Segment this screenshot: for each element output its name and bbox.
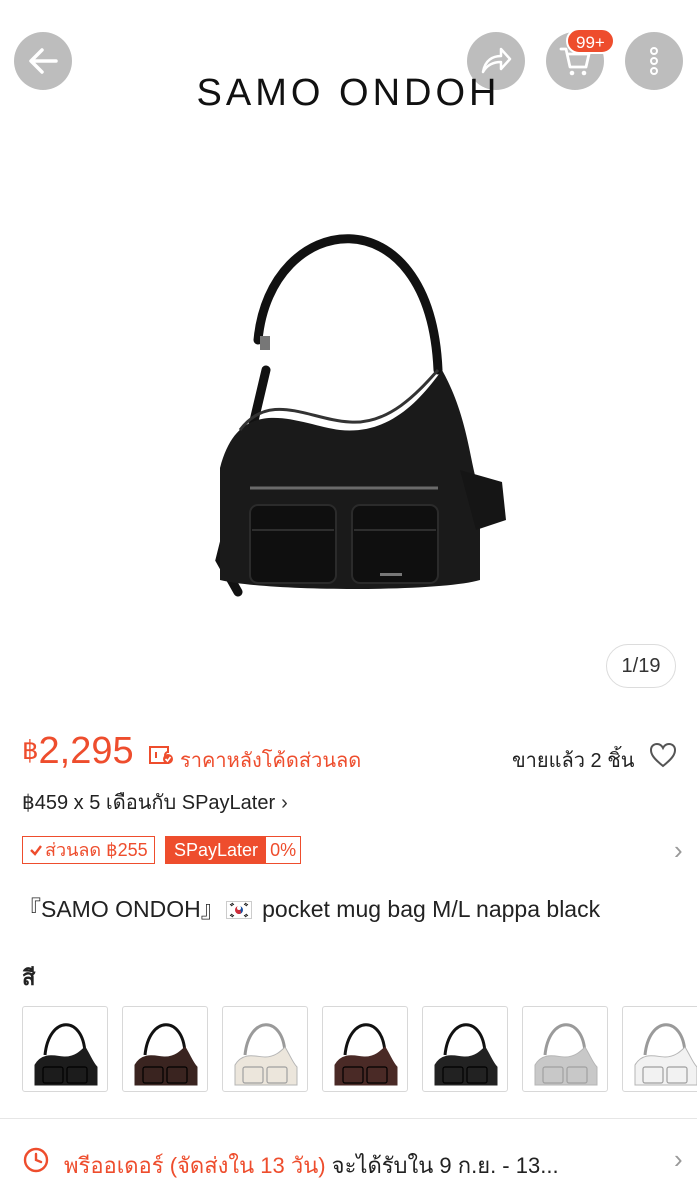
product-page: SAMO ONDOH 1/19 99+ ฿2,295 ราคาหลังโค้ดส… — [0, 0, 697, 1200]
variant-bag-thumbnail — [434, 1023, 498, 1086]
more-vertical-icon — [650, 47, 658, 75]
variant-swatch[interactable] — [522, 1006, 608, 1092]
price-row: ฿2,295 ราคาหลังโค้ดส่วนลด ขายแล้ว 2 ชิ้น — [22, 730, 682, 780]
clock-icon — [23, 1147, 49, 1173]
divider — [0, 1118, 697, 1119]
variant-bag-thumbnail — [634, 1023, 697, 1086]
coupon-price-label: ราคาหลังโค้ดส่วนลด — [180, 750, 362, 772]
image-counter: 1/19 — [606, 644, 676, 688]
product-title-name: pocket mug bag M/L nappa black — [255, 896, 601, 922]
chevron-right-icon: › — [674, 835, 683, 865]
variant-swatch[interactable] — [222, 1006, 308, 1092]
cart-button[interactable]: 99+ — [546, 28, 615, 90]
variant-swatch[interactable] — [622, 1006, 697, 1092]
sold-count: ขายแล้ว 2 ชิ้น — [512, 750, 635, 772]
spaylater-tag: SPayLater 0% — [165, 836, 302, 864]
variant-swatch[interactable] — [422, 1006, 508, 1092]
spaylater-tag-name: SPayLater — [166, 837, 267, 863]
spaylater-tag-rate: 0% — [270, 840, 297, 860]
coupon-icon — [149, 746, 173, 764]
variant-bag-thumbnail — [134, 1023, 198, 1086]
shipping-text: พรีออเดอร์ (จัดส่งใน 13 วัน) จะได้รับใน … — [64, 1148, 559, 1183]
product-photo — [215, 234, 506, 597]
more-options-button[interactable] — [625, 32, 683, 90]
chevron-right-icon: › — [674, 1144, 683, 1174]
variant-bag-thumbnail — [234, 1023, 298, 1086]
back-button[interactable] — [14, 32, 72, 90]
price-currency: ฿ — [22, 735, 39, 765]
shipping-row[interactable]: พรีออเดอร์ (จัดส่งใน 13 วัน) จะได้รับใน … — [22, 1140, 683, 1183]
promo-tags-row[interactable]: ส่วนลด ฿255 SPayLater 0% › — [22, 835, 683, 866]
variant-bag-thumbnail — [34, 1023, 98, 1086]
variant-label: สี — [22, 965, 36, 990]
installment-text: ฿459 x 5 เดือนกับ SPayLater — [22, 792, 276, 814]
product-image-gallery[interactable]: SAMO ONDOH 1/19 — [0, 0, 697, 712]
check-icon — [30, 845, 42, 856]
preorder-label: พรีออเดอร์ (จัดส่งใน 13 วัน) — [64, 1153, 326, 1178]
installment-link[interactable]: ฿459 x 5 เดือนกับ SPayLater › — [22, 786, 288, 818]
share-icon — [481, 47, 512, 74]
product-title-brand: 『SAMO ONDOH』 — [18, 896, 224, 922]
heart-icon[interactable] — [649, 742, 677, 768]
variant-swatch[interactable] — [22, 1006, 108, 1092]
delivery-estimate: จะได้รับใน 9 ก.ย. - 13... — [325, 1153, 559, 1178]
cart-count-badge: 99+ — [566, 28, 615, 54]
discount-tag: ส่วนลด ฿255 — [22, 836, 155, 864]
price-amount: 2,295 — [38, 730, 134, 772]
chevron-right-icon: › — [281, 792, 288, 814]
korea-flag-icon — [225, 901, 252, 919]
arrow-left-icon — [29, 48, 58, 74]
price: ฿2,295 — [22, 730, 134, 773]
variant-swatches — [22, 1006, 697, 1092]
variant-bag-thumbnail — [534, 1023, 598, 1086]
discount-tag-label: ส่วนลด ฿255 — [45, 840, 148, 860]
variant-swatch[interactable] — [322, 1006, 408, 1092]
variant-bag-thumbnail — [334, 1023, 398, 1086]
variant-swatch[interactable] — [122, 1006, 208, 1092]
share-button[interactable] — [467, 32, 525, 90]
product-title: 『SAMO ONDOH』 pocket mug bag M/L nappa bl… — [18, 892, 688, 926]
